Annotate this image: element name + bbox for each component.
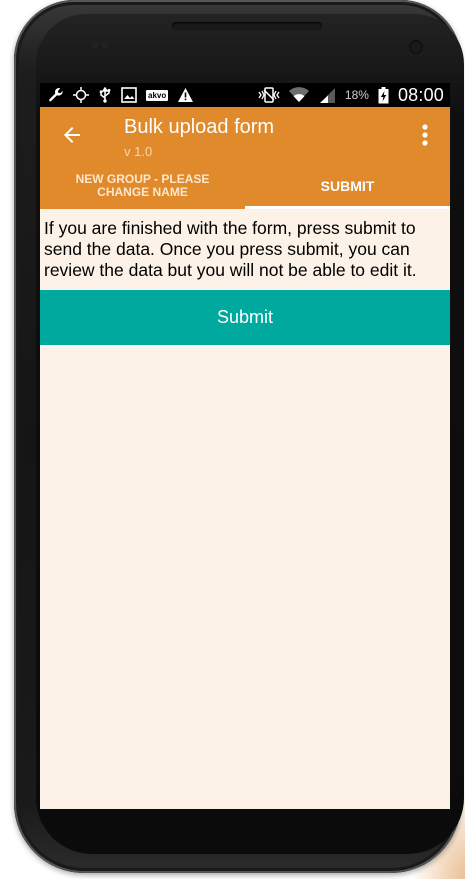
vibrate-icon	[258, 87, 280, 103]
more-vert-icon[interactable]	[422, 124, 428, 146]
tab-bar: NEW GROUP - PLEASE CHANGE NAME SUBMIT	[40, 163, 450, 209]
front-camera	[409, 40, 423, 54]
earpiece-speaker	[172, 22, 322, 30]
app-bar: Bulk upload form v 1.0	[40, 107, 450, 163]
status-bar: akvo 18% 08:00	[40, 83, 450, 107]
gps-icon	[73, 87, 89, 103]
status-bar-notifications: akvo	[48, 87, 194, 103]
battery-percent: 18%	[344, 88, 369, 102]
light-sensor	[102, 42, 108, 48]
status-bar-time: 08:00	[397, 84, 444, 105]
wifi-icon	[288, 87, 309, 103]
warning-icon	[177, 87, 194, 103]
proximity-sensor	[92, 42, 98, 48]
tab-submit-label: SUBMIT	[320, 177, 375, 194]
submit-button[interactable]: Submit	[40, 290, 450, 345]
status-bar-system: 18% 08:00	[258, 85, 444, 106]
tab-submit[interactable]: SUBMIT	[245, 163, 450, 209]
submit-instructions: If you are finished with the form, press…	[44, 218, 417, 280]
akvo-icon: akvo	[146, 89, 169, 101]
wrench-icon	[48, 87, 64, 103]
gallery-icon	[121, 87, 137, 103]
battery-charging-icon	[378, 86, 389, 104]
app-subtitle: v 1.0	[124, 144, 153, 159]
usb-icon	[98, 87, 112, 103]
tab-new-group-label: NEW GROUP - PLEASE CHANGE NAME	[75, 172, 210, 199]
tab-new-group[interactable]: NEW GROUP - PLEASE CHANGE NAME	[40, 163, 245, 209]
phone-screen: akvo 18% 08:00 Bulk upload form v 1.0 NE…	[40, 83, 450, 809]
signal-icon	[318, 87, 336, 103]
app-title: Bulk upload form	[124, 116, 275, 138]
arrow-left-icon[interactable]	[60, 123, 84, 147]
